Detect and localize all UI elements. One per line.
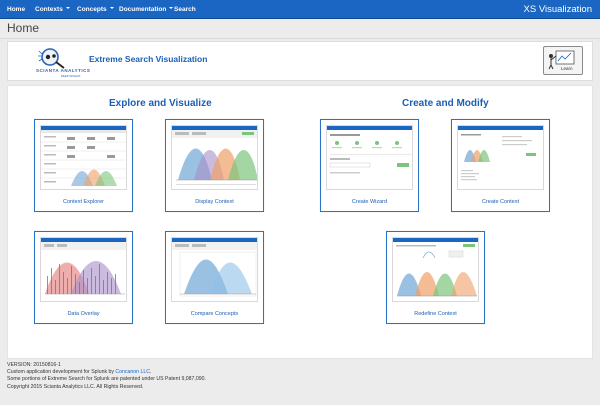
footer-custom-text: Custom application development for Splun… [7,369,116,376]
learn-label: Learn [561,66,573,71]
section-heading-create: Create and Modify [402,98,489,109]
card-label: Redefine Context [414,311,457,317]
card-label: Context Explorer [63,199,104,205]
footer: VERSION: 20150816-1 Custom application d… [7,362,206,391]
nav-item-label: Search [174,6,196,13]
chevron-down-icon [109,7,114,10]
card-compare-concepts[interactable]: Compare Concepts [165,231,264,324]
thumbnail-compare-concepts [171,237,258,302]
card-redefine-context[interactable]: Redefine Context [386,231,485,324]
nav-item-contexts[interactable]: Contexts [35,0,70,19]
card-label: Data Overlay [67,311,100,317]
card-display-context[interactable]: Display Context [165,119,264,212]
nav-item-label: Contexts [35,6,63,13]
presentation-board-icon [548,50,575,70]
nav-item-label: Documentation [119,6,167,13]
chevron-down-icon [65,7,70,10]
thumbnail-redefine-context [392,237,479,302]
logo-subtext: DEEP INSIGHT [61,74,81,78]
concanon-link[interactable]: Concanon LLC [115,369,150,375]
top-nav-bar: Home Contexts Concepts Documentation Sea… [0,0,600,19]
nav-item-label: Concepts [77,6,107,13]
thumbnail-display-context [171,125,258,190]
card-label: Display Context [195,199,234,205]
card-create-context[interactable]: Create Context [451,119,550,212]
card-label: Create Context [482,199,519,205]
card-context-explorer[interactable]: Context Explorer [34,119,133,212]
page-title: Home [7,21,40,35]
card-create-wizard[interactable]: Create Wizard [320,119,419,212]
nav-item-home[interactable]: Home [7,0,25,19]
title-divider [0,38,600,39]
logo-text: SCIANTA ANALYTICS [36,68,91,73]
footer-copyright: Copyright 2015 Scianta Analytics LLC. Al… [7,383,144,390]
header-title: Extreme Search Visualization [89,54,208,64]
card-label: Create Wizard [351,199,388,205]
section-heading-explore: Explore and Visualize [109,98,212,109]
thumbnail-create-context [457,125,544,190]
thumbnail-create-wizard [326,125,413,190]
nav-item-search[interactable]: Search [174,0,196,19]
card-label: Compare Concepts [190,311,239,317]
footer-version: VERSION: 20150816-1 [7,362,61,368]
nav-item-concepts[interactable]: Concepts [77,0,114,19]
footer-custom-line: Custom application development for Splun… [7,369,206,376]
nav-item-label: Home [7,6,26,13]
app-title: XS Visualization [523,4,592,15]
nav-item-documentation[interactable]: Documentation [119,0,174,19]
thumbnail-context-explorer [40,125,127,190]
footer-patent: Some portions of Extreme Search for Splu… [7,376,206,383]
thumbnail-data-overlay [40,237,127,302]
chevron-down-icon [169,7,174,10]
footer-custom-suffix: . [150,369,152,376]
card-data-overlay[interactable]: Data Overlay [34,231,133,324]
learn-button[interactable]: Learn [543,46,583,75]
